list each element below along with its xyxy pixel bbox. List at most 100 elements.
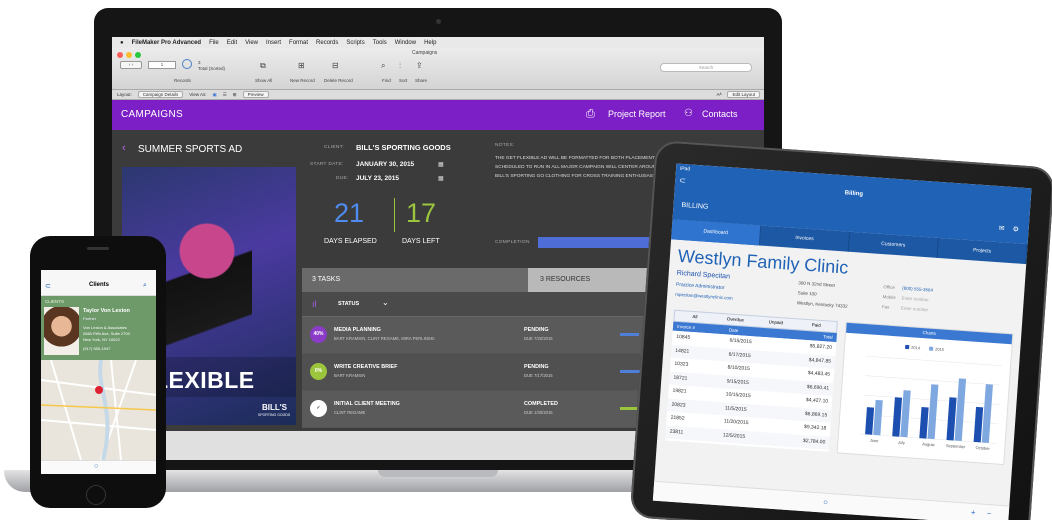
chart-bar <box>981 384 993 443</box>
app-header: CAMPAIGNS ⎙ Project Report ⚇ Contacts <box>112 100 764 130</box>
campaign-name: SUMMER SPORTS AD <box>138 144 243 155</box>
menu-help[interactable]: Help <box>424 40 436 46</box>
task-people: BART KRAMSIN <box>334 373 366 378</box>
share-button[interactable]: Share <box>415 78 427 83</box>
map-roads <box>41 359 156 461</box>
font-size-icon[interactable]: Aᴬ <box>716 92 721 97</box>
search-input[interactable]: Search <box>660 63 752 72</box>
view-table-icon[interactable]: ⊞ <box>233 92 237 98</box>
mac-menubar: ● FileMaker Pro Advanced File Edit View … <box>112 37 764 48</box>
printer-icon[interactable]: ⎙ <box>586 108 595 121</box>
client-city: New York, NY 10022 <box>83 337 120 342</box>
client-name: Taylor Von Lexion <box>83 308 130 314</box>
close-button[interactable] <box>117 52 123 58</box>
tab-tasks[interactable]: 3 TASKS <box>302 268 528 292</box>
address-line: Westlyn, Kentucky 74332 <box>796 300 848 309</box>
chevron-down-icon[interactable]: ⌄ <box>382 298 389 307</box>
legend-swatch <box>905 344 910 350</box>
record-icon[interactable]: ○ <box>823 498 828 507</box>
project-report-link[interactable]: Project Report <box>608 109 666 119</box>
contacts-link[interactable]: Contacts <box>702 109 738 119</box>
phone-value[interactable]: Enter number <box>901 305 929 312</box>
edit-layout-button[interactable]: Edit Layout <box>727 91 760 98</box>
phone-value[interactable]: Enter number <box>901 296 929 303</box>
record-number-field[interactable]: 1 <box>148 61 176 69</box>
status-sort-label[interactable]: STATUS <box>338 301 359 307</box>
invoice-date: 12/5/2015 <box>722 431 746 440</box>
gear-icon[interactable]: ⚙ <box>1012 225 1019 233</box>
iphone-title: Clients <box>89 282 110 288</box>
delete-record-icon[interactable]: ⊟ <box>332 61 339 70</box>
client-card[interactable]: CLIENTS Taylor Von Lexion Partner Von Le… <box>41 296 156 360</box>
view-form-icon[interactable]: ▣ <box>212 92 216 98</box>
menu-window[interactable]: Window <box>395 40 416 46</box>
phone-label: Mobile <box>882 294 897 301</box>
record-icon[interactable]: ○ <box>94 463 98 470</box>
phone-value[interactable]: (800) 555-3564 <box>902 286 933 293</box>
ipad-nav-title: Billing <box>844 190 864 198</box>
menu-view[interactable]: View <box>245 40 258 46</box>
new-record-button[interactable]: New Record <box>290 78 315 83</box>
find-button[interactable]: Find <box>382 78 391 83</box>
stat-divider <box>394 198 395 232</box>
delete-record-button[interactable]: Delete Record <box>324 78 353 83</box>
menu-records[interactable]: Records <box>316 40 338 46</box>
chart-bar <box>954 378 967 442</box>
mail-icon[interactable]: ✉ <box>998 224 1004 232</box>
show-all-button[interactable]: Show All <box>255 78 272 83</box>
legend-label: 2014 <box>911 345 921 351</box>
header-title: CAMPAIGNS <box>121 109 183 120</box>
contact-email[interactable]: rspecitan@westlynclinic.com <box>675 292 733 301</box>
iphone-back-icon[interactable]: ⊂ <box>45 282 51 290</box>
menu-insert[interactable]: Insert <box>266 40 281 46</box>
phone-label: Fax <box>881 304 890 310</box>
preview-button[interactable]: Preview <box>242 91 269 98</box>
menu-tools[interactable]: Tools <box>373 40 387 46</box>
task-status: PENDING <box>524 364 549 370</box>
map-view[interactable] <box>41 359 156 461</box>
back-chevron-icon[interactable]: ‹ <box>122 142 126 154</box>
calendar-icon[interactable]: ▦ <box>438 175 444 182</box>
chart-panel: Charts June July August September October 201… <box>836 321 1014 466</box>
menu-file[interactable]: File <box>209 40 219 46</box>
ipad-status-text: iPad <box>679 165 691 173</box>
find-icon[interactable]: ⌕ <box>381 61 385 71</box>
zoom-button[interactable] <box>135 52 141 58</box>
calendar-icon[interactable]: ▦ <box>438 161 444 168</box>
sort-button[interactable]: Sort <box>399 78 407 83</box>
new-record-icon[interactable]: ⊞ <box>298 61 305 70</box>
menu-format[interactable]: Format <box>289 40 308 46</box>
map-pin-icon[interactable] <box>95 386 103 394</box>
show-all-icon[interactable]: ⧉ <box>260 61 266 71</box>
ipad-back-icon[interactable]: ⊂ <box>679 176 686 185</box>
record-nav-arrows[interactable]: ‹ › <box>120 61 142 69</box>
client-phone[interactable]: (917) 555-1947 <box>83 346 110 351</box>
share-icon[interactable]: ⇪ <box>416 61 423 70</box>
sort-icon[interactable]: ⫶ <box>399 61 401 71</box>
menu-scripts[interactable]: Scripts <box>346 40 364 46</box>
record-total: 3 <box>198 60 201 65</box>
iphone-speaker <box>87 247 109 250</box>
minimize-button[interactable] <box>126 52 132 58</box>
view-list-icon[interactable]: ☰ <box>223 92 227 98</box>
task-title: INITIAL CLIENT MEETING <box>334 401 400 407</box>
chart-bar <box>927 384 939 440</box>
start-date-label: START DATE: <box>310 162 344 167</box>
completion-label: COMPLETION <box>495 240 530 245</box>
layout-select[interactable]: Campaign Details <box>137 91 184 98</box>
contacts-icon[interactable]: ⚇ <box>684 108 693 119</box>
chart-bar <box>865 407 875 435</box>
remove-icon[interactable]: − <box>986 509 991 518</box>
add-icon[interactable]: + <box>970 508 975 517</box>
laptop-notch <box>378 470 498 477</box>
invoice-total: $2,784.00 <box>802 437 826 446</box>
task-progress-badge: 40% <box>310 326 327 343</box>
record-total-note: Total (Sorted) <box>198 66 226 71</box>
apple-menu-icon[interactable]: ● <box>120 40 124 46</box>
app-menu[interactable]: FileMaker Pro Advanced <box>132 40 201 46</box>
home-button[interactable] <box>86 485 106 505</box>
menu-edit[interactable]: Edit <box>227 40 237 46</box>
checkmark-icon: ✓ <box>310 400 327 417</box>
search-icon[interactable]: ⌕ <box>143 282 147 290</box>
address-line: Suite 100 <box>797 290 817 297</box>
